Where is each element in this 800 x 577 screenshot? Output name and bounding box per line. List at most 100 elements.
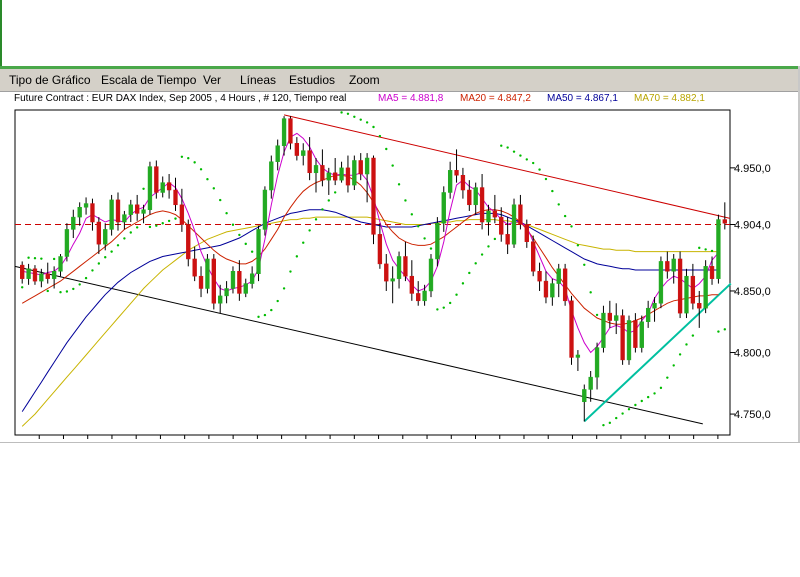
sar-dot — [583, 263, 586, 267]
candle-body — [562, 268, 568, 302]
sar-dot — [404, 199, 407, 202]
candle-body — [684, 275, 689, 314]
sar-dot — [551, 189, 554, 193]
sar-dot — [72, 287, 75, 291]
menu-zoom[interactable]: Zoom — [349, 73, 380, 87]
candle-body — [39, 273, 44, 282]
sar-dot — [167, 219, 171, 223]
sar-dot — [480, 253, 484, 256]
sar-dot — [500, 144, 503, 147]
candle-body — [690, 275, 696, 304]
candle-body — [371, 157, 376, 235]
sar-dot — [116, 244, 120, 247]
menu-lineas[interactable]: Líneas — [240, 73, 276, 87]
sar-dot — [257, 315, 260, 319]
sar-dot — [506, 146, 509, 149]
candle-body — [358, 160, 363, 175]
candle-body — [588, 376, 593, 390]
candle-body — [230, 271, 236, 289]
sar-dot — [698, 246, 701, 250]
candle-body — [326, 172, 331, 181]
sar-dot — [155, 224, 158, 227]
candle-body — [339, 167, 344, 181]
candle-body — [26, 268, 31, 279]
sar-dot — [417, 225, 420, 228]
candle-body — [665, 261, 670, 272]
candle-body — [243, 283, 248, 294]
sar-dot — [678, 353, 682, 356]
candle-body — [658, 261, 664, 304]
y-tick-label: 4.800,0 — [734, 348, 771, 360]
candle-body — [269, 161, 274, 191]
candle-body — [90, 203, 95, 223]
candle-body — [479, 187, 485, 223]
candle-body — [166, 182, 172, 191]
sar-dot — [666, 376, 669, 379]
candle-body — [384, 263, 389, 282]
sar-dot — [289, 270, 292, 273]
candle-body — [45, 273, 50, 279]
candle-body — [716, 219, 721, 279]
candle-body — [709, 266, 715, 279]
sar-dot — [519, 154, 522, 157]
sar-dot — [710, 249, 714, 253]
menu-escala-de-tiempo[interactable]: Escala de Tiempo — [101, 73, 196, 87]
sar-dot — [653, 392, 656, 395]
candle-body — [122, 214, 127, 223]
candle-body — [677, 258, 683, 314]
sar-dot — [276, 299, 279, 303]
candle-body — [288, 118, 293, 144]
candle-body — [58, 256, 63, 272]
candle-body — [614, 315, 619, 321]
candle-body — [192, 258, 197, 277]
candle-body — [582, 389, 587, 403]
candle-body — [537, 271, 542, 282]
sar-dot — [282, 287, 286, 290]
sar-dot — [110, 250, 113, 253]
sar-dot — [461, 282, 465, 285]
sar-dot — [250, 250, 254, 253]
ma70-legend: MA70 = 4.882,1 — [634, 93, 705, 104]
candle-body — [511, 204, 517, 245]
sar-dot — [474, 262, 477, 265]
sar-dot — [212, 187, 216, 190]
sar-dot — [557, 203, 560, 206]
candle-body — [218, 295, 223, 304]
sar-dot — [104, 256, 107, 259]
empty-area — [0, 442, 800, 577]
candle-body — [186, 224, 191, 260]
menu-tipo-de-grafico[interactable]: Tipo de Gráfico — [9, 73, 91, 87]
candle-body — [626, 320, 632, 361]
sar-dot — [615, 416, 618, 420]
y-tick-label: 4.904,0 — [734, 219, 771, 231]
menu-ver[interactable]: Ver — [203, 73, 221, 87]
candle-body — [77, 207, 82, 218]
candle-body — [467, 189, 472, 206]
candle-body — [333, 172, 338, 181]
candle-body — [594, 347, 600, 378]
sar-dot — [84, 276, 88, 280]
candle-body — [697, 303, 702, 309]
chart-frame: 4.950,04.904,04.850,04.800,04.750,027282… — [0, 107, 800, 465]
candle-body — [441, 192, 446, 224]
candle-body — [179, 204, 185, 225]
sar-dot — [512, 150, 516, 153]
y-tick-label: 4.750,0 — [734, 409, 771, 421]
sar-dot — [142, 187, 145, 190]
candle-body — [633, 320, 638, 348]
sar-dot — [321, 208, 324, 211]
candle-body — [460, 174, 466, 191]
menu-estudios[interactable]: Estudios — [289, 73, 335, 87]
candle-body — [64, 229, 70, 257]
candle-body — [275, 145, 280, 162]
sar-dot — [410, 213, 414, 216]
candle-body — [301, 150, 306, 156]
sar-dot — [333, 191, 337, 194]
candle-body — [531, 241, 536, 272]
sar-dot — [340, 111, 343, 114]
candle-body — [256, 229, 261, 274]
candle-body — [435, 223, 440, 260]
sar-dot — [97, 262, 101, 265]
sar-dot — [33, 256, 37, 260]
candle-body — [51, 271, 57, 279]
